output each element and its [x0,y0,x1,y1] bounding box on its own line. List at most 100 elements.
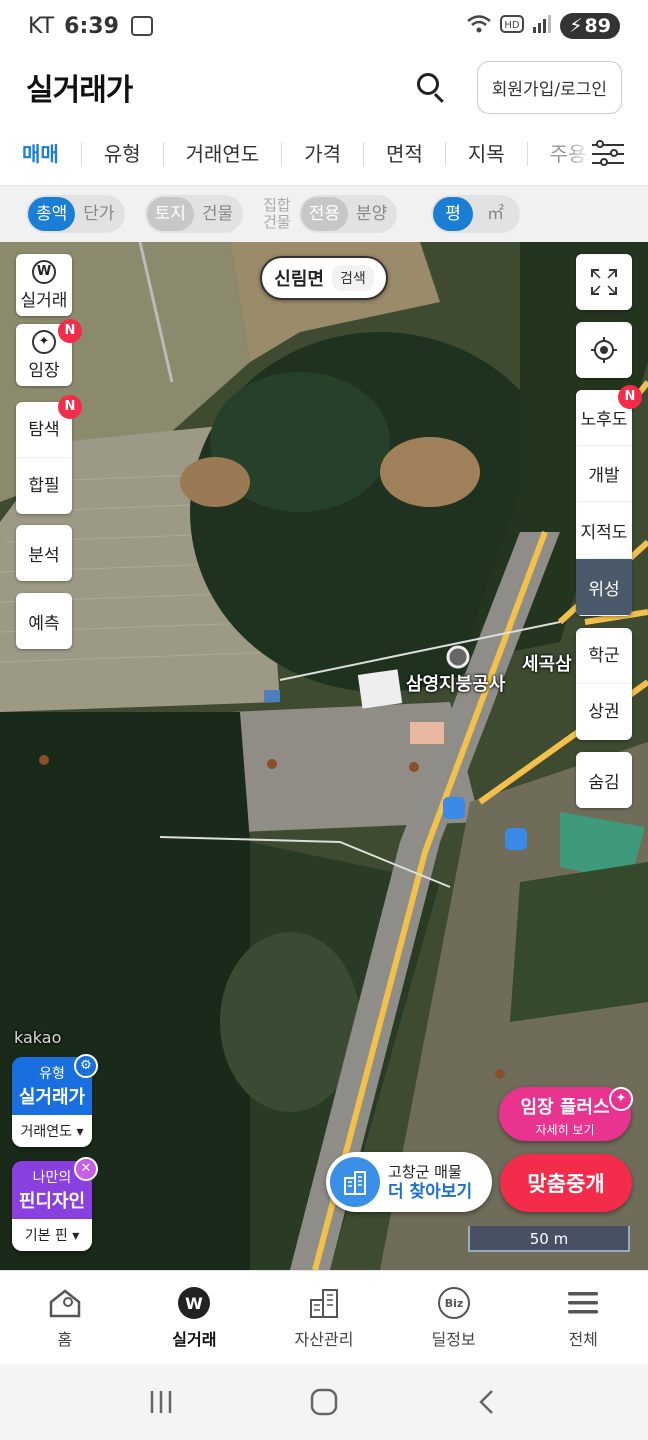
bolt-icon: ⚡ [569,15,583,37]
battery-level: 89 [584,15,611,37]
school-layer-button[interactable]: 학군 [576,628,632,684]
svg-text:HD: HD [505,20,521,31]
back-button[interactable] [467,1382,507,1422]
wifi-icon [466,14,492,38]
develop-layer-button[interactable]: 개발 [576,446,632,502]
nav-realprice[interactable]: W 실거래 [130,1271,260,1364]
toggle-sale[interactable]: 분양 [348,197,395,231]
home-circle-icon [310,1388,338,1416]
explore-merge-group: 탐색 합필 [16,402,72,514]
expand-icon [591,269,617,295]
hd-icon: HD [500,14,525,38]
toggle-exclusive[interactable]: 전용 [300,197,349,231]
kind-toggle: 토지 건물 [144,195,244,233]
toggle-unit-price[interactable]: 단가 [75,197,122,231]
recents-icon [151,1391,172,1413]
nav-all-label: 전체 [568,1329,598,1349]
forecast-button[interactable]: 예측 [16,593,72,649]
nav-home[interactable]: 홈 [0,1271,130,1364]
clock: 6:39 [64,13,119,39]
toggle-total[interactable]: 총액 [28,197,76,231]
recent-apps-button[interactable] [141,1382,181,1422]
location-chip[interactable]: 신림면 검색 [260,256,388,300]
won-icon: W [32,259,56,284]
new-badge-explore: N [58,395,82,419]
battery-indicator: ⚡ 89 [560,13,620,39]
pin-card-main: 핀디자인 [18,1191,86,1212]
screenshot-icon [130,16,153,36]
cadastral-layer-button[interactable]: 지적도 [576,502,632,559]
page-title: 실거래가 [26,73,133,108]
price-toggle: 총액 단가 [26,195,125,233]
filter-tab-price[interactable]: 가격 [282,141,365,166]
nav-assets-label: 자산관리 [294,1329,354,1349]
building-icon [330,1157,380,1207]
home-system-button[interactable] [304,1382,344,1422]
menu-icon [568,1291,599,1313]
carrier-label: KT [28,13,55,39]
filter-tab-type[interactable]: 유형 [82,141,164,166]
login-button[interactable]: 회원가입/로그인 [476,60,622,114]
compass-icon: ✦ [32,329,56,354]
filter-settings-button[interactable] [568,122,648,185]
group-building-label: 집합 건물 [263,197,291,231]
fullscreen-button[interactable] [576,254,632,310]
nav-home-label: 홈 [57,1329,73,1349]
merge-button[interactable]: 합필 [28,458,59,514]
toggle-pyeong[interactable]: 평 [433,197,473,231]
poi-label[interactable]: 삼영지붕공사 [406,670,505,696]
toggle-sqm[interactable]: ㎡ [473,197,518,231]
group-label-line1: 집합 [263,196,291,214]
close-icon[interactable]: ✕ [74,1157,98,1181]
toggle-land[interactable]: 토지 [146,197,194,231]
more-listings-label: 더 찾아보기 [388,1182,473,1202]
location-name: 신림면 [274,269,324,290]
pin-card-sub: 기본 핀 [24,1228,68,1244]
satellite-layer-button[interactable]: 위성 [576,559,632,616]
signal-icon [532,14,552,38]
app-bar: 실거래가 회원가입/로그인 [0,52,648,122]
gear-icon[interactable]: ⚙ [74,1054,98,1078]
nav-deals[interactable]: Biz 딜정보 [389,1271,519,1364]
crosshair-icon [591,337,617,363]
biz-icon: Biz [437,1286,470,1319]
more-listings-button[interactable]: 고창군 매물 더 찾아보기 [326,1152,492,1212]
forest-label: 임장 [28,360,60,381]
new-badge: N [58,319,82,343]
home-icon [49,1288,81,1317]
toggle-bar: 총액 단가 토지 건물 집합 건물 전용 분양 평 ㎡ [0,186,648,242]
filter-bar: 매매 유형 거래연도 가격 면적 지목 주용 [0,122,648,186]
search-button[interactable] [411,67,451,107]
location-search-button[interactable]: 검색 [331,265,374,291]
layer-group: 노후도 개발 지적도 위성 [576,390,632,616]
commerce-layer-button[interactable]: 상권 [588,684,619,740]
sliders-icon [592,140,624,168]
type-card-dropdown[interactable]: 거래연도 ▾ [12,1115,92,1147]
pin-card-dropdown[interactable]: 기본 핀 ▾ [12,1219,92,1251]
unit-toggle: 평 ㎡ [431,195,520,233]
realprice-layer-button[interactable]: W 실거래 [16,254,72,316]
filter-tab-landuse[interactable]: 지목 [446,141,528,166]
nav-deals-label: 딜정보 [431,1329,476,1349]
hide-button[interactable]: 숨김 [576,752,632,808]
nav-all[interactable]: 전체 [518,1271,648,1364]
system-nav-bar [0,1364,648,1440]
type-card-main: 실거래가 [18,1087,86,1108]
school-commerce-group: 학군 상권 [576,628,632,740]
filter-tab-area[interactable]: 면적 [364,141,446,166]
svg-text:W: W [186,1294,204,1313]
buildings-icon [309,1288,338,1318]
group-label-line2: 건물 [263,213,291,231]
scale-bar: 50 m [468,1226,630,1252]
new-badge-aging: N [618,385,642,409]
back-icon [478,1390,493,1414]
filter-tab-trade[interactable]: 매매 [0,141,82,166]
my-location-button[interactable] [576,322,632,378]
toggle-building[interactable]: 건물 [194,197,241,231]
analysis-button[interactable]: 분석 [16,525,72,581]
custom-broker-button[interactable]: 맞춤중개 [500,1154,632,1212]
nav-assets[interactable]: 자산관리 [259,1271,389,1364]
realprice-label: 실거래 [20,290,68,311]
forest-plus-sub: 자세히 보기 [535,1123,595,1137]
filter-tab-year[interactable]: 거래연도 [164,141,283,166]
